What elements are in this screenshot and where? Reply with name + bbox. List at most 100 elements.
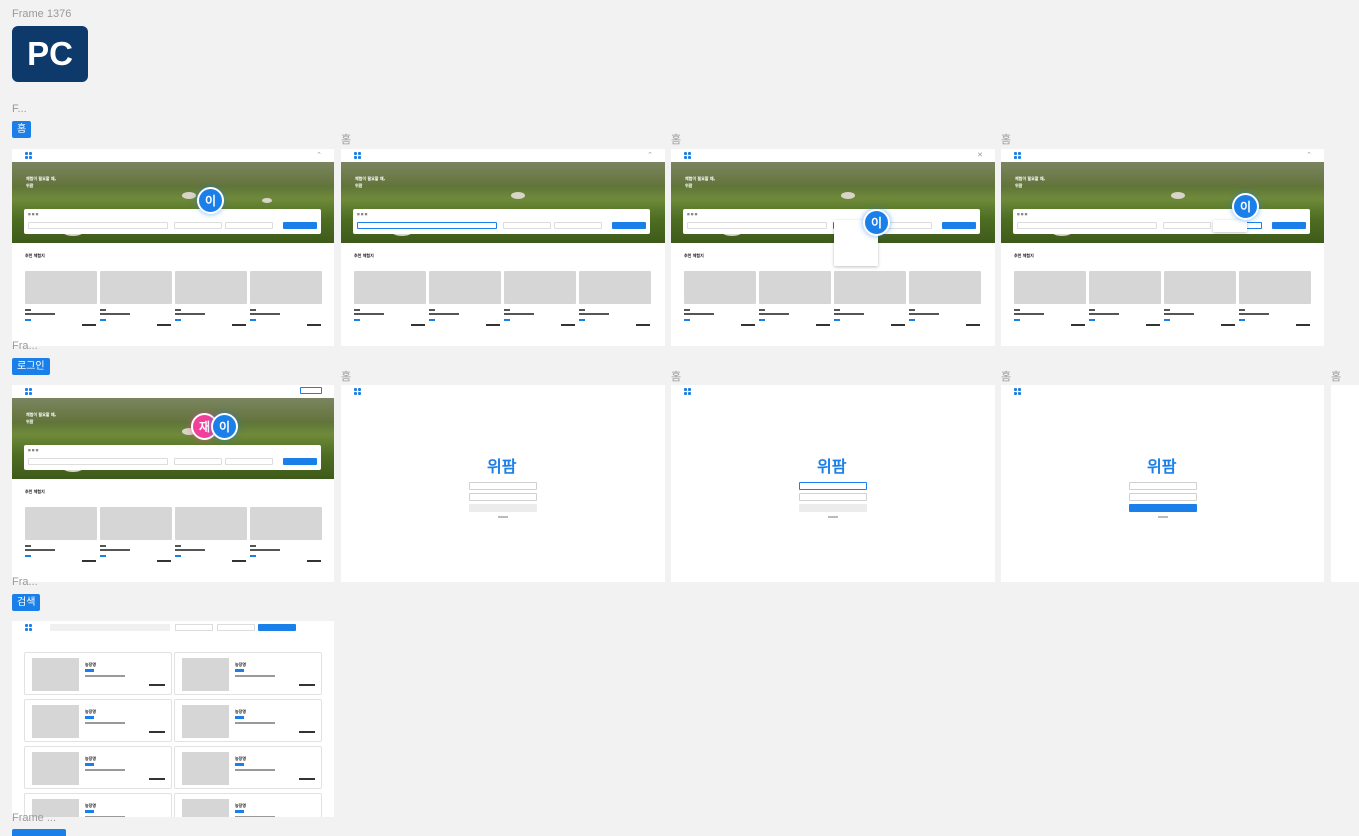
- login-button[interactable]: [300, 387, 322, 394]
- frame-title: 홈: [1001, 371, 1012, 383]
- list-item[interactable]: 농장명: [174, 793, 322, 817]
- experience-card[interactable]: [429, 271, 501, 304]
- experience-card[interactable]: [834, 271, 906, 304]
- password-input[interactable]: [799, 493, 867, 501]
- experience-card[interactable]: [759, 271, 831, 304]
- logo-icon: [1014, 388, 1021, 395]
- experience-card[interactable]: [1239, 271, 1311, 304]
- frame-label: Frame ...: [12, 812, 57, 824]
- experience-card[interactable]: [100, 507, 172, 540]
- login-frame-3[interactable]: 위팜: [1001, 385, 1324, 582]
- list-item[interactable]: 농장명: [174, 652, 322, 695]
- hero-title: 체험이 필요할 때, 위팜: [685, 176, 716, 188]
- search-button[interactable]: [258, 624, 296, 631]
- search-card[interactable]: ■ ■ ■: [24, 445, 321, 470]
- section-title: 추천 체험지: [1014, 253, 1034, 258]
- pc-badge[interactable]: PC: [12, 26, 88, 82]
- experience-card[interactable]: [100, 271, 172, 304]
- search-button[interactable]: [942, 222, 976, 229]
- search-input[interactable]: [50, 624, 170, 631]
- frame-title: 홈: [341, 371, 352, 383]
- list-item[interactable]: 농장명: [24, 699, 172, 742]
- home-frame-3[interactable]: ✕ 체험이 필요할 때, 위팜 ■ ■ ■ 추천 체험지: [671, 149, 995, 346]
- hero-banner: 체험이 필요할 때, 위팜 ■ ■ ■: [341, 162, 665, 243]
- section-badge-home[interactable]: 홈: [12, 121, 32, 138]
- search-card[interactable]: ■ ■ ■: [683, 209, 980, 234]
- id-input[interactable]: [799, 482, 867, 490]
- login-frame-1[interactable]: 위팜: [341, 385, 665, 582]
- menu-icon[interactable]: ⌃: [1306, 151, 1312, 159]
- hero-banner: 체험이 필요할 때, 위팜 ■ ■ ■: [12, 162, 334, 243]
- password-input[interactable]: [469, 493, 537, 501]
- search-card[interactable]: ■ ■ ■: [353, 209, 650, 234]
- login-frame-4-partial[interactable]: [1331, 385, 1359, 582]
- hero-banner: 체험이 필요할 때, 위팜 ■ ■ ■: [12, 398, 334, 479]
- experience-card[interactable]: [250, 507, 322, 540]
- section-badge-detail[interactable]: [12, 829, 66, 836]
- login-logo: 위팜: [487, 457, 517, 476]
- experience-card[interactable]: [175, 271, 247, 304]
- experience-card[interactable]: [909, 271, 981, 304]
- login-submit-button[interactable]: [799, 504, 867, 512]
- list-item[interactable]: 농장명: [24, 746, 172, 789]
- hero-title: 체험이 필요할 때, 위팜: [355, 176, 386, 188]
- search-button[interactable]: [283, 458, 317, 465]
- guest-count-popover[interactable]: [1213, 220, 1247, 232]
- experience-card[interactable]: [175, 507, 247, 540]
- date-field[interactable]: [175, 624, 213, 631]
- group-label: F...: [12, 103, 27, 115]
- login-submit-button[interactable]: [469, 504, 537, 512]
- logo-icon: [354, 152, 361, 159]
- id-input[interactable]: [1129, 482, 1197, 490]
- experience-card[interactable]: [684, 271, 756, 304]
- close-icon[interactable]: ✕: [977, 151, 983, 159]
- experience-card[interactable]: [579, 271, 651, 304]
- experience-card[interactable]: [1014, 271, 1086, 304]
- home-frame-2[interactable]: ⌃ 체험이 필요할 때, 위팜 ■ ■ ■ 추천 체험지: [341, 149, 665, 346]
- search-results-frame[interactable]: 농장명 농장명 농장명 농장명 농장명 농장명 농장명 농장명: [12, 621, 334, 817]
- frame-label: Frame 1376: [12, 8, 72, 20]
- signup-link[interactable]: [1158, 516, 1168, 518]
- frame-title: 홈: [1001, 134, 1012, 146]
- list-item[interactable]: 농장명: [174, 699, 322, 742]
- list-item[interactable]: 농장명: [24, 652, 172, 695]
- signup-link[interactable]: [498, 516, 508, 518]
- hero-banner: 체험이 필요할 때, 위팜 ■ ■ ■: [1001, 162, 1324, 243]
- menu-icon[interactable]: ⌃: [647, 151, 653, 159]
- home-frame-1[interactable]: ⌃ 체험이 필요할 때, 위팜 ■ ■ ■ 추천 체험지: [12, 149, 334, 346]
- experience-card[interactable]: [354, 271, 426, 304]
- collaborator-avatar: 이: [211, 413, 238, 440]
- hero-banner: 체험이 필요할 때, 위팜 ■ ■ ■: [671, 162, 995, 243]
- frame-title: 홈: [671, 371, 682, 383]
- experience-card[interactable]: [250, 271, 322, 304]
- login-frame-2[interactable]: 위팜: [671, 385, 995, 582]
- home-frame-4[interactable]: ⌃ 체험이 필요할 때, 위팜 ■ ■ ■ 추천 체험지: [1001, 149, 1324, 346]
- search-button[interactable]: [1272, 222, 1306, 229]
- menu-icon[interactable]: ⌃: [316, 151, 322, 159]
- experience-card[interactable]: [1164, 271, 1236, 304]
- login-logo: 위팜: [1147, 457, 1177, 476]
- login-logo: 위팜: [817, 457, 847, 476]
- search-button[interactable]: [612, 222, 646, 229]
- password-input[interactable]: [1129, 493, 1197, 501]
- id-input[interactable]: [469, 482, 537, 490]
- search-card[interactable]: ■ ■ ■: [24, 209, 321, 234]
- guest-field[interactable]: [217, 624, 255, 631]
- section-badge-search[interactable]: 검색: [12, 594, 41, 611]
- experience-card[interactable]: [25, 507, 97, 540]
- experience-card[interactable]: [504, 271, 576, 304]
- search-card[interactable]: ■ ■ ■: [1013, 209, 1310, 234]
- login-submit-button[interactable]: [1129, 504, 1197, 512]
- search-button[interactable]: [283, 222, 317, 229]
- section-badge-login[interactable]: 로그인: [12, 358, 50, 375]
- hero-title: 체험이 필요할 때, 위팜: [26, 176, 57, 188]
- group-label: Fra...: [12, 576, 38, 588]
- experience-card[interactable]: [1089, 271, 1161, 304]
- list-item[interactable]: 농장명: [174, 746, 322, 789]
- home-frame-logged[interactable]: 체험이 필요할 때, 위팜 ■ ■ ■ 추천 체험지: [12, 385, 334, 582]
- logo-icon: [1014, 152, 1021, 159]
- collaborator-avatar: 이: [197, 187, 224, 214]
- experience-card[interactable]: [25, 271, 97, 304]
- section-title: 추천 체험지: [25, 489, 45, 494]
- signup-link[interactable]: [828, 516, 838, 518]
